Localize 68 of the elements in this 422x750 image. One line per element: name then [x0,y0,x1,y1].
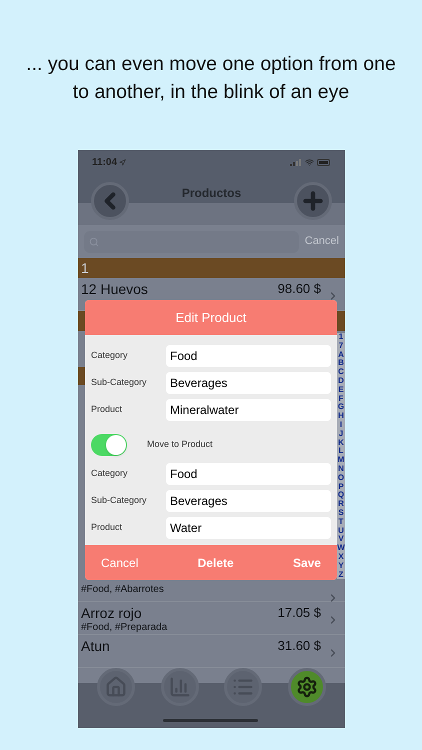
index-letter[interactable]: C [338,368,344,377]
index-letter[interactable]: Y [338,562,344,571]
index-letter[interactable]: P [338,482,344,492]
field-label: Category [91,349,129,362]
index-letter[interactable]: A [338,350,344,360]
home-icon [104,676,127,698]
index-letter[interactable]: N [338,464,344,474]
product-tags: #Food, #Preparada [81,621,168,634]
index-letter[interactable]: H [338,412,344,421]
back-button[interactable] [91,182,129,220]
product-price: 98.60 $ [278,280,321,298]
status-icons [290,158,331,167]
tab-button[interactable] [224,668,262,706]
field-label: Product [91,403,124,416]
input-field[interactable]: Food [166,345,331,367]
index-letter[interactable]: B [338,359,344,368]
index-letter[interactable]: U [338,526,344,536]
section-header: 1 [78,258,345,278]
product-price: 31.60 $ [278,637,321,655]
index-letter[interactable]: J [338,430,344,439]
search-icon [89,236,99,246]
index-letter[interactable]: L [338,447,344,456]
product-tags: #Food, #Abarrotes [81,583,164,596]
status-time: 11:04 [92,155,126,170]
index-letter[interactable]: T [338,518,344,527]
input-field[interactable]: Beverages [166,372,331,394]
index-letter[interactable]: M [338,456,344,465]
index-letter[interactable]: E [338,386,344,395]
index-letter[interactable]: S [338,508,344,518]
index-letter[interactable]: I [340,420,342,430]
product-name: Arroz rojo [81,605,142,621]
tab-button[interactable] [288,668,326,706]
tab-button[interactable] [160,668,199,706]
dialog-title: Edit Product [85,300,337,335]
index-letter[interactable]: R [338,500,344,509]
nav-title: Productos [182,185,242,202]
index-letter[interactable]: O [338,474,344,483]
headline: ... you can even move one option from one to another, in the blink of an eye [25,52,397,105]
index-letter[interactable]: Z [338,570,344,580]
product-price: 17.05 $ [278,604,321,622]
add-button[interactable] [294,182,332,220]
index-letter[interactable]: G [338,403,344,412]
tab-button[interactable] [96,668,135,706]
input-field[interactable]: Food [166,463,331,485]
settings-icon [296,676,318,698]
index-letter[interactable]: K [338,438,344,448]
search-field[interactable] [84,230,299,252]
input-field[interactable]: Mineralwater [166,399,331,421]
index-letter[interactable]: D [338,376,344,386]
index-letter[interactable]: F [338,394,344,404]
toggle-label: Move to Product [147,438,213,452]
field-label: Category [91,467,129,480]
field-label: Product [91,521,124,534]
index-letter[interactable]: W [337,544,345,553]
index-letter[interactable]: V [338,535,344,544]
input-field[interactable]: Water [166,517,331,539]
index-letter[interactable]: 7 [338,342,344,351]
product-name: 12 Huevos [81,281,148,297]
field-label: Sub-Category [91,376,148,390]
index-letter[interactable]: X [338,552,344,562]
product-name: Atun [81,638,110,654]
index-letter[interactable]: 1 [338,333,344,342]
field-label: Sub-Category [91,494,148,508]
chart-icon [168,676,191,698]
location-arrow-icon [119,159,126,166]
index-letter[interactable]: Q [338,491,344,500]
move-toggle[interactable] [91,434,127,456]
input-field[interactable]: Beverages [166,490,331,512]
